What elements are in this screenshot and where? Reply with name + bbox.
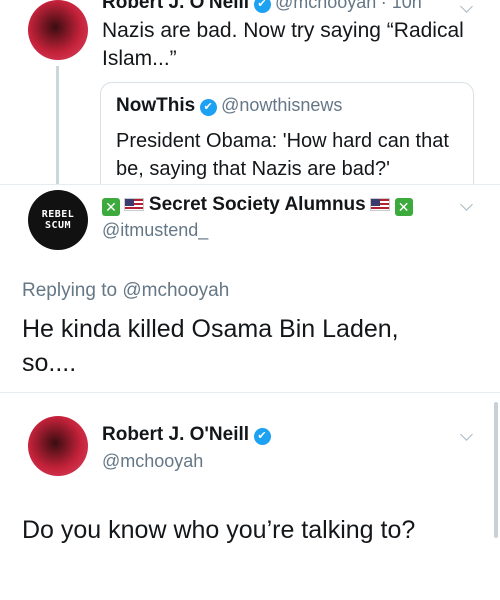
quoted-tweet-header: NowThis ✔ @nowthisnews bbox=[116, 95, 342, 117]
scrollbar[interactable] bbox=[494, 402, 498, 538]
chevron-down-icon[interactable] bbox=[460, 0, 473, 13]
verified-icon: ✔ bbox=[253, 0, 271, 13]
verified-icon: ✔ bbox=[253, 428, 271, 445]
replying-to-handle[interactable]: @mchooyah bbox=[122, 280, 229, 301]
tweet-text: Do you know who you’re talking to? bbox=[22, 516, 416, 544]
tweet-header: ✕ Secret Society Alumnus ✕ bbox=[102, 194, 413, 216]
quoted-tweet-text: President Obama: 'How hard can that be, … bbox=[116, 130, 449, 180]
tweet-time[interactable]: · 10h bbox=[381, 0, 422, 12]
tweet-text: He kinda killed Osama Bin Laden, so.... bbox=[22, 315, 399, 377]
rebel-scum-logo: REBEL SCUM bbox=[41, 209, 75, 231]
divider bbox=[0, 184, 500, 185]
tweet-header: Robert J. O'Neill ✔ bbox=[102, 424, 271, 446]
us-flag-icon bbox=[124, 198, 145, 211]
author-name[interactable]: Secret Society Alumnus bbox=[149, 194, 366, 215]
divider bbox=[0, 392, 500, 393]
quoted-author-name: NowThis bbox=[116, 95, 196, 116]
author-handle[interactable]: @mchooyah bbox=[275, 0, 376, 12]
x-mark-icon: ✕ bbox=[394, 198, 413, 216]
chevron-down-icon[interactable] bbox=[460, 198, 473, 211]
x-mark-icon: ✕ bbox=[102, 198, 120, 216]
author-handle[interactable]: @mchooyah bbox=[102, 451, 203, 472]
author-handle[interactable]: @itmustend_ bbox=[102, 220, 208, 241]
author-name[interactable]: Robert J. O'Neill bbox=[102, 424, 249, 445]
avatar[interactable]: REBEL SCUM bbox=[28, 190, 88, 250]
verified-icon: ✔ bbox=[199, 99, 217, 116]
replying-to: Replying to @mchooyah bbox=[22, 280, 230, 301]
thread-line bbox=[56, 66, 59, 184]
author-name[interactable]: Robert J. O'Neill bbox=[102, 0, 249, 13]
tweet-text: Nazis are bad. Now try saying “Radical I… bbox=[102, 19, 464, 70]
avatar[interactable] bbox=[28, 416, 88, 476]
us-flag-icon bbox=[370, 198, 391, 211]
chevron-down-icon[interactable] bbox=[460, 428, 473, 441]
quoted-author-handle: @nowthisnews bbox=[221, 95, 343, 115]
tweet-header: Robert J. O'Neill ✔ @mchooyah · 10h bbox=[102, 0, 422, 14]
avatar[interactable] bbox=[28, 0, 88, 60]
